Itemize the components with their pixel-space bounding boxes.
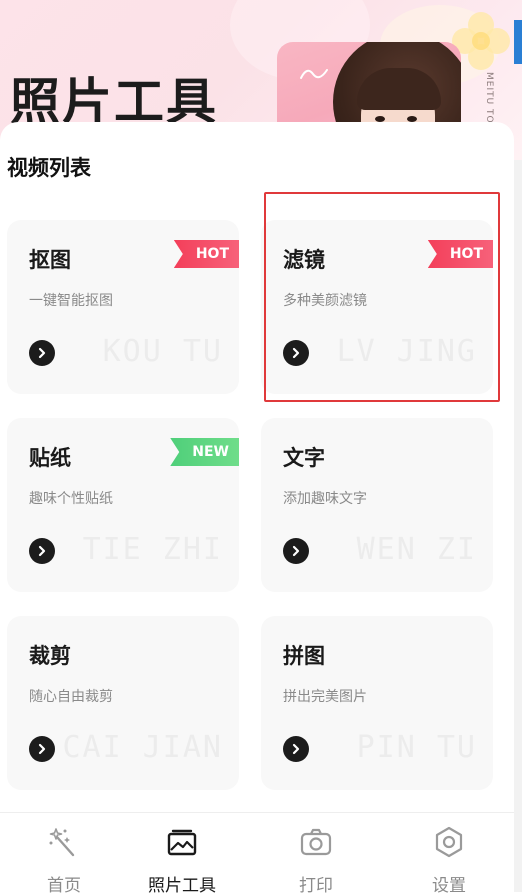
card-title: 拼图 bbox=[283, 644, 325, 668]
card-title: 抠图 bbox=[29, 248, 71, 272]
bottom-nav: 首页 照片工具 打印 设置 bbox=[0, 812, 514, 896]
arrow-right-icon[interactable] bbox=[29, 340, 55, 366]
card-watermark: TIE ZHI bbox=[82, 532, 223, 567]
magic-wand-icon bbox=[49, 828, 75, 857]
card-watermark: KOU TU bbox=[102, 334, 223, 369]
card-watermark: WEN ZI bbox=[356, 532, 477, 567]
nav-label: 首页 bbox=[47, 876, 81, 896]
card-title: 贴纸 bbox=[29, 446, 71, 470]
new-badge: NEW bbox=[170, 438, 239, 466]
image-icon bbox=[167, 829, 197, 856]
card-subtitle: 拼出完美图片 bbox=[283, 689, 367, 705]
camera-icon bbox=[300, 828, 332, 856]
card-subtitle: 一键智能抠图 bbox=[29, 293, 113, 309]
arrow-right-icon[interactable] bbox=[29, 538, 55, 564]
section-title: 视频列表 bbox=[7, 156, 91, 180]
card-watermark: PIN TU bbox=[356, 730, 477, 765]
edge-indicator bbox=[514, 20, 522, 64]
hexagon-settings-icon bbox=[435, 826, 463, 858]
tool-card-lvjing[interactable]: LV JING 滤镜 多种美颜滤镜 HOT bbox=[261, 220, 493, 394]
hot-badge: HOT bbox=[427, 240, 493, 268]
arrow-right-icon[interactable] bbox=[283, 538, 309, 564]
nav-item-photo-tools[interactable]: 照片工具 bbox=[118, 813, 246, 896]
tool-card-wenzi[interactable]: WEN ZI 文字 添加趣味文字 bbox=[261, 418, 493, 592]
card-subtitle: 多种美颜滤镜 bbox=[283, 293, 367, 309]
nav-label: 设置 bbox=[432, 876, 466, 896]
nav-item-print[interactable]: 打印 bbox=[252, 813, 380, 896]
card-subtitle: 趣味个性贴纸 bbox=[29, 491, 113, 507]
tool-card-koutu[interactable]: KOU TU 抠图 一键智能抠图 HOT bbox=[7, 220, 239, 394]
card-watermark: CAI JIAN bbox=[62, 730, 223, 765]
sparkle-icon bbox=[300, 69, 328, 79]
scrollbar[interactable] bbox=[514, 160, 522, 892]
arrow-right-icon[interactable] bbox=[283, 736, 309, 762]
arrow-right-icon[interactable] bbox=[29, 736, 55, 762]
card-subtitle: 添加趣味文字 bbox=[283, 491, 367, 507]
card-title: 文字 bbox=[283, 446, 325, 470]
nav-item-settings[interactable]: 设置 bbox=[385, 813, 513, 896]
card-watermark: LV JING bbox=[336, 334, 477, 369]
content-sheet: 视频列表 KOU TU 抠图 一键智能抠图 HOT LV JING 滤镜 多种美… bbox=[0, 122, 514, 812]
card-subtitle: 随心自由裁剪 bbox=[29, 689, 113, 705]
hot-badge: HOT bbox=[173, 240, 239, 268]
tool-card-caijian[interactable]: CAI JIAN 裁剪 随心自由裁剪 bbox=[7, 616, 239, 790]
card-title: 裁剪 bbox=[29, 644, 71, 668]
nav-item-home[interactable]: 首页 bbox=[0, 813, 128, 896]
arrow-right-icon[interactable] bbox=[283, 340, 309, 366]
tool-card-pintu[interactable]: PIN TU 拼图 拼出完美图片 bbox=[261, 616, 493, 790]
nav-label: 打印 bbox=[299, 876, 333, 896]
tool-card-tiezhi[interactable]: TIE ZHI 贴纸 趣味个性贴纸 NEW bbox=[7, 418, 239, 592]
card-title: 滤镜 bbox=[283, 248, 325, 272]
brand-vertical-text: MEITU TO bbox=[484, 72, 494, 124]
nav-label: 照片工具 bbox=[148, 876, 216, 896]
